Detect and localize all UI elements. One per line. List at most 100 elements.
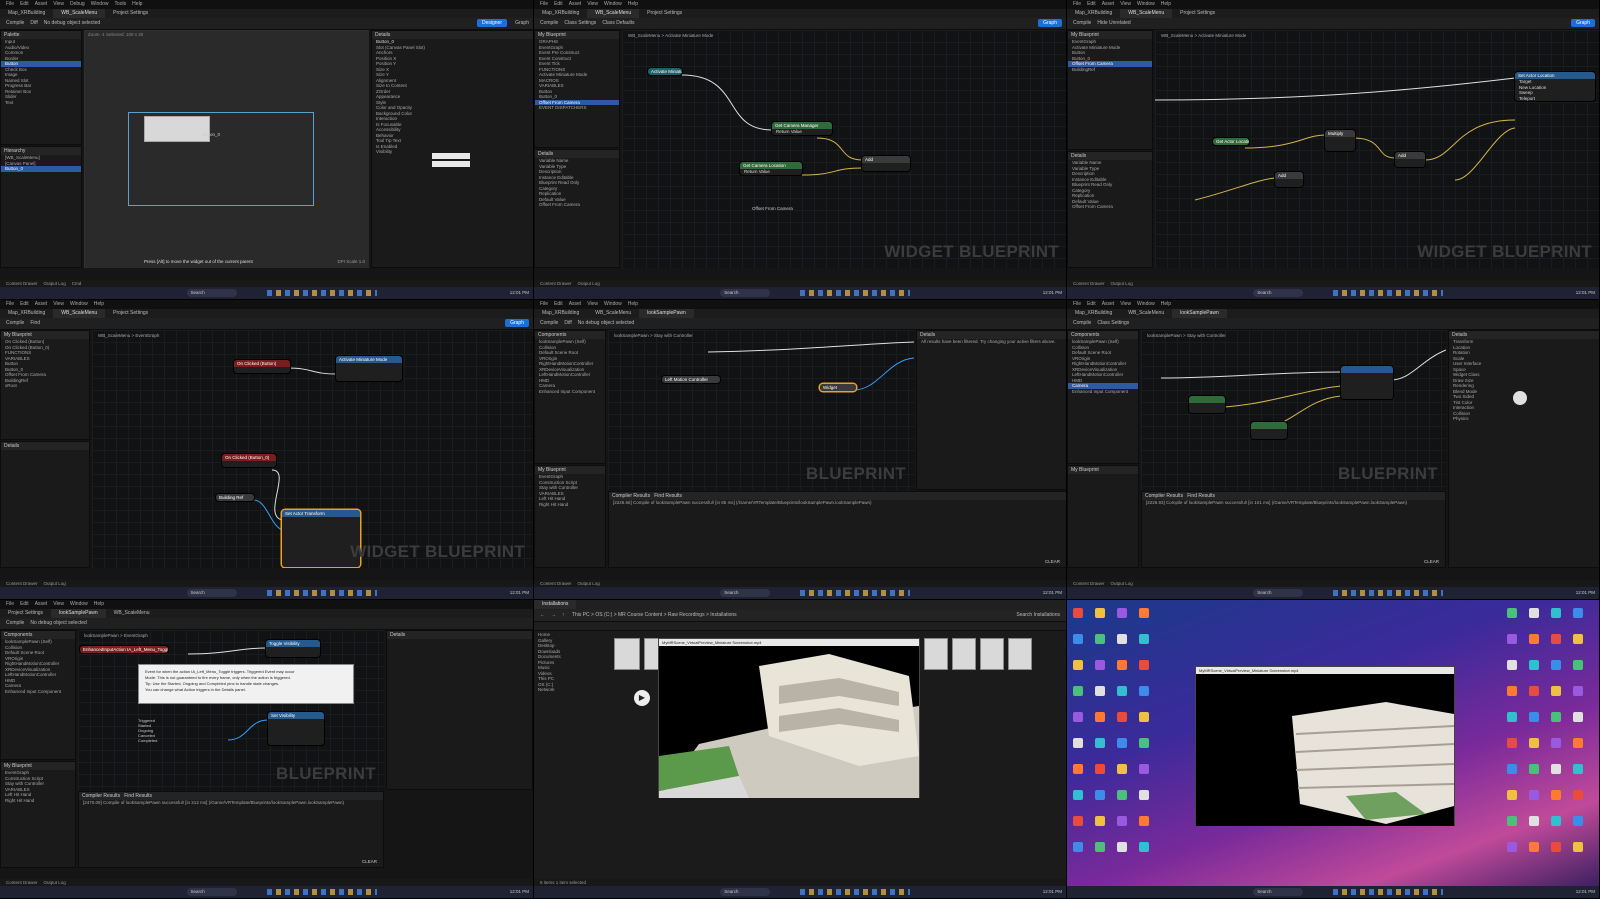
menu-asset[interactable]: Asset [35,301,48,307]
desktop-shortcut-icon[interactable] [1507,816,1517,826]
details-row[interactable]: Offset From Camera [535,202,619,208]
tab-project-settings[interactable]: Project Settings [105,309,156,318]
component-item[interactable]: Enhanced Input Component [1068,389,1138,395]
desktop-shortcut-icon[interactable] [1507,660,1517,670]
taskbar-app-icons[interactable] [1333,889,1443,895]
explorer-search[interactable]: Search Installations [1016,610,1060,621]
back-icon[interactable]: ← [540,610,545,621]
on-clicked-button-node[interactable]: On Clicked (Button) [234,360,290,373]
tab-map[interactable]: Map_XRBuilding [534,9,587,18]
desktop-shortcut-icon[interactable] [1073,686,1083,696]
taskbar-search[interactable]: Search [720,289,771,297]
content-drawer-button[interactable]: Content Drawer [6,281,38,286]
graph-node[interactable] [1189,396,1225,413]
tab-project-settings[interactable]: Project Settings [639,9,690,18]
menu-asset[interactable]: Asset [35,1,48,7]
file-thumbnail[interactable] [614,638,640,670]
class-defaults-button[interactable]: Class Defaults [602,18,634,29]
taskbar-app-icons[interactable] [800,889,910,895]
desktop-shortcut-icon[interactable] [1573,738,1583,748]
activate-miniature-node[interactable]: Activate Miniature Mode [336,356,402,381]
details-row[interactable]: Physics [1449,416,1599,422]
output-log-button[interactable]: Output Log [1111,281,1133,286]
menu-window[interactable]: Window [1137,301,1155,307]
graph-node[interactable] [1341,366,1393,399]
desktop-shortcut-icon[interactable] [1139,712,1149,722]
tab-find-results[interactable]: Find Results [124,793,152,799]
menu-tools[interactable]: Tools [114,1,126,7]
desktop-shortcut-icon[interactable] [1551,686,1561,696]
compile-button[interactable]: Compile [6,618,24,629]
component-item[interactable]: Enhanced Input Component [535,389,605,395]
graph-canvas[interactable]: lookSamplePawn > Stay with Controller Le… [608,330,914,490]
desktop-shortcut-icon[interactable] [1573,686,1583,696]
taskbar-search[interactable]: Search [720,589,771,597]
desktop-shortcut-icon[interactable] [1573,764,1583,774]
desktop-shortcut-icon[interactable] [1139,738,1149,748]
add-node[interactable]: Add [1275,172,1303,187]
designer-viewport[interactable]: Zoom -1 Selected: 100 x 30 Button_0 Pres… [84,30,369,268]
multiply-node[interactable]: Multiply [1325,130,1355,151]
desktop-shortcut-icon[interactable] [1507,634,1517,644]
tab-pawn[interactable]: lookSamplePawn [1172,309,1227,318]
tab-widget[interactable]: WB_ScaleMenu [53,309,106,318]
menu-file[interactable]: File [540,301,548,307]
compile-button[interactable]: Compile [1073,18,1091,29]
desktop-shortcut-icon[interactable] [1551,738,1561,748]
desktop-shortcut-icon[interactable] [1073,842,1083,852]
node-pin[interactable]: Return Value [772,129,832,135]
desktop-shortcut-icon[interactable] [1117,712,1127,722]
taskbar-app-icons[interactable] [1333,590,1443,596]
output-log-button[interactable]: Output Log [44,581,66,586]
menu-window[interactable]: Window [604,1,622,7]
clear-button[interactable]: CLEAR [1424,559,1439,564]
menu-help[interactable]: Help [628,1,638,7]
desktop-shortcut-icon[interactable] [1139,790,1149,800]
input-action-node[interactable]: EnhancedInputAction IA_Left_Menu_Toggle [80,646,168,653]
desktop-shortcut-icon[interactable] [1507,842,1517,852]
content-drawer-button[interactable]: Content Drawer [6,880,38,885]
output-log-button[interactable]: Output Log [1111,581,1133,586]
tab-map[interactable]: Map_XRBuilding [1067,9,1120,18]
menu-file[interactable]: File [6,301,14,307]
graph-button[interactable]: Graph [1038,19,1062,27]
play-icon[interactable]: ▶ [634,690,650,706]
menu-file[interactable]: File [6,601,14,607]
menu-edit[interactable]: Edit [554,301,563,307]
clear-button[interactable]: CLEAR [1045,559,1060,564]
graph-canvas[interactable]: WB_ScaleMenu > EventGraph On Clicked (Bu… [92,330,533,568]
diff-button[interactable]: Diff [30,18,37,29]
graph-canvas[interactable]: lookSamplePawn > EventGraph EnhancedInpu… [78,630,384,790]
file-thumbnail[interactable] [924,638,948,670]
tab-widget[interactable]: WB_ScaleMenu [1120,309,1172,318]
desktop-shortcut-icon[interactable] [1139,842,1149,852]
desktop-shortcut-icon[interactable] [1551,608,1561,618]
desktop-shortcut-icon[interactable] [1507,790,1517,800]
desktop-shortcut-icon[interactable] [1095,634,1105,644]
taskbar-app-icons[interactable] [1333,290,1443,296]
get-camera-node[interactable]: Get Camera Manager Return Value [772,122,832,135]
menu-view[interactable]: View [587,301,598,307]
menu-window[interactable]: Window [91,1,109,7]
desktop-shortcut-icon[interactable] [1507,764,1517,774]
menu-asset[interactable]: Asset [1102,1,1115,7]
taskbar-search[interactable]: Search [186,589,237,597]
menu-edit[interactable]: Edit [20,1,29,7]
tab-find-results[interactable]: Find Results [1187,493,1215,499]
desktop-shortcut-icon[interactable] [1507,608,1517,618]
menu-view[interactable]: View [1120,1,1131,7]
desktop-shortcut-icon[interactable] [1117,816,1127,826]
set-visibility-node[interactable]: Set Visibility [268,712,324,745]
graph-button[interactable]: Graph [505,319,529,327]
desktop-shortcut-icon[interactable] [1139,634,1149,644]
menu-asset[interactable]: Asset [569,1,582,7]
desktop-shortcut-icon[interactable] [1073,634,1083,644]
menu-help[interactable]: Help [1161,1,1171,7]
menu-asset[interactable]: Asset [569,301,582,307]
tab-map[interactable]: Map_XRBuilding [1067,309,1120,318]
menu-view[interactable]: View [53,601,64,607]
graph-canvas[interactable]: WB_ScaleMenu > Activate Miniature Mode A… [622,30,1066,268]
my-blueprint-item[interactable]: Right Hit Hand [1,798,75,804]
class-settings-button[interactable]: Class Settings [564,18,596,29]
compile-button[interactable]: Compile [1073,318,1091,329]
